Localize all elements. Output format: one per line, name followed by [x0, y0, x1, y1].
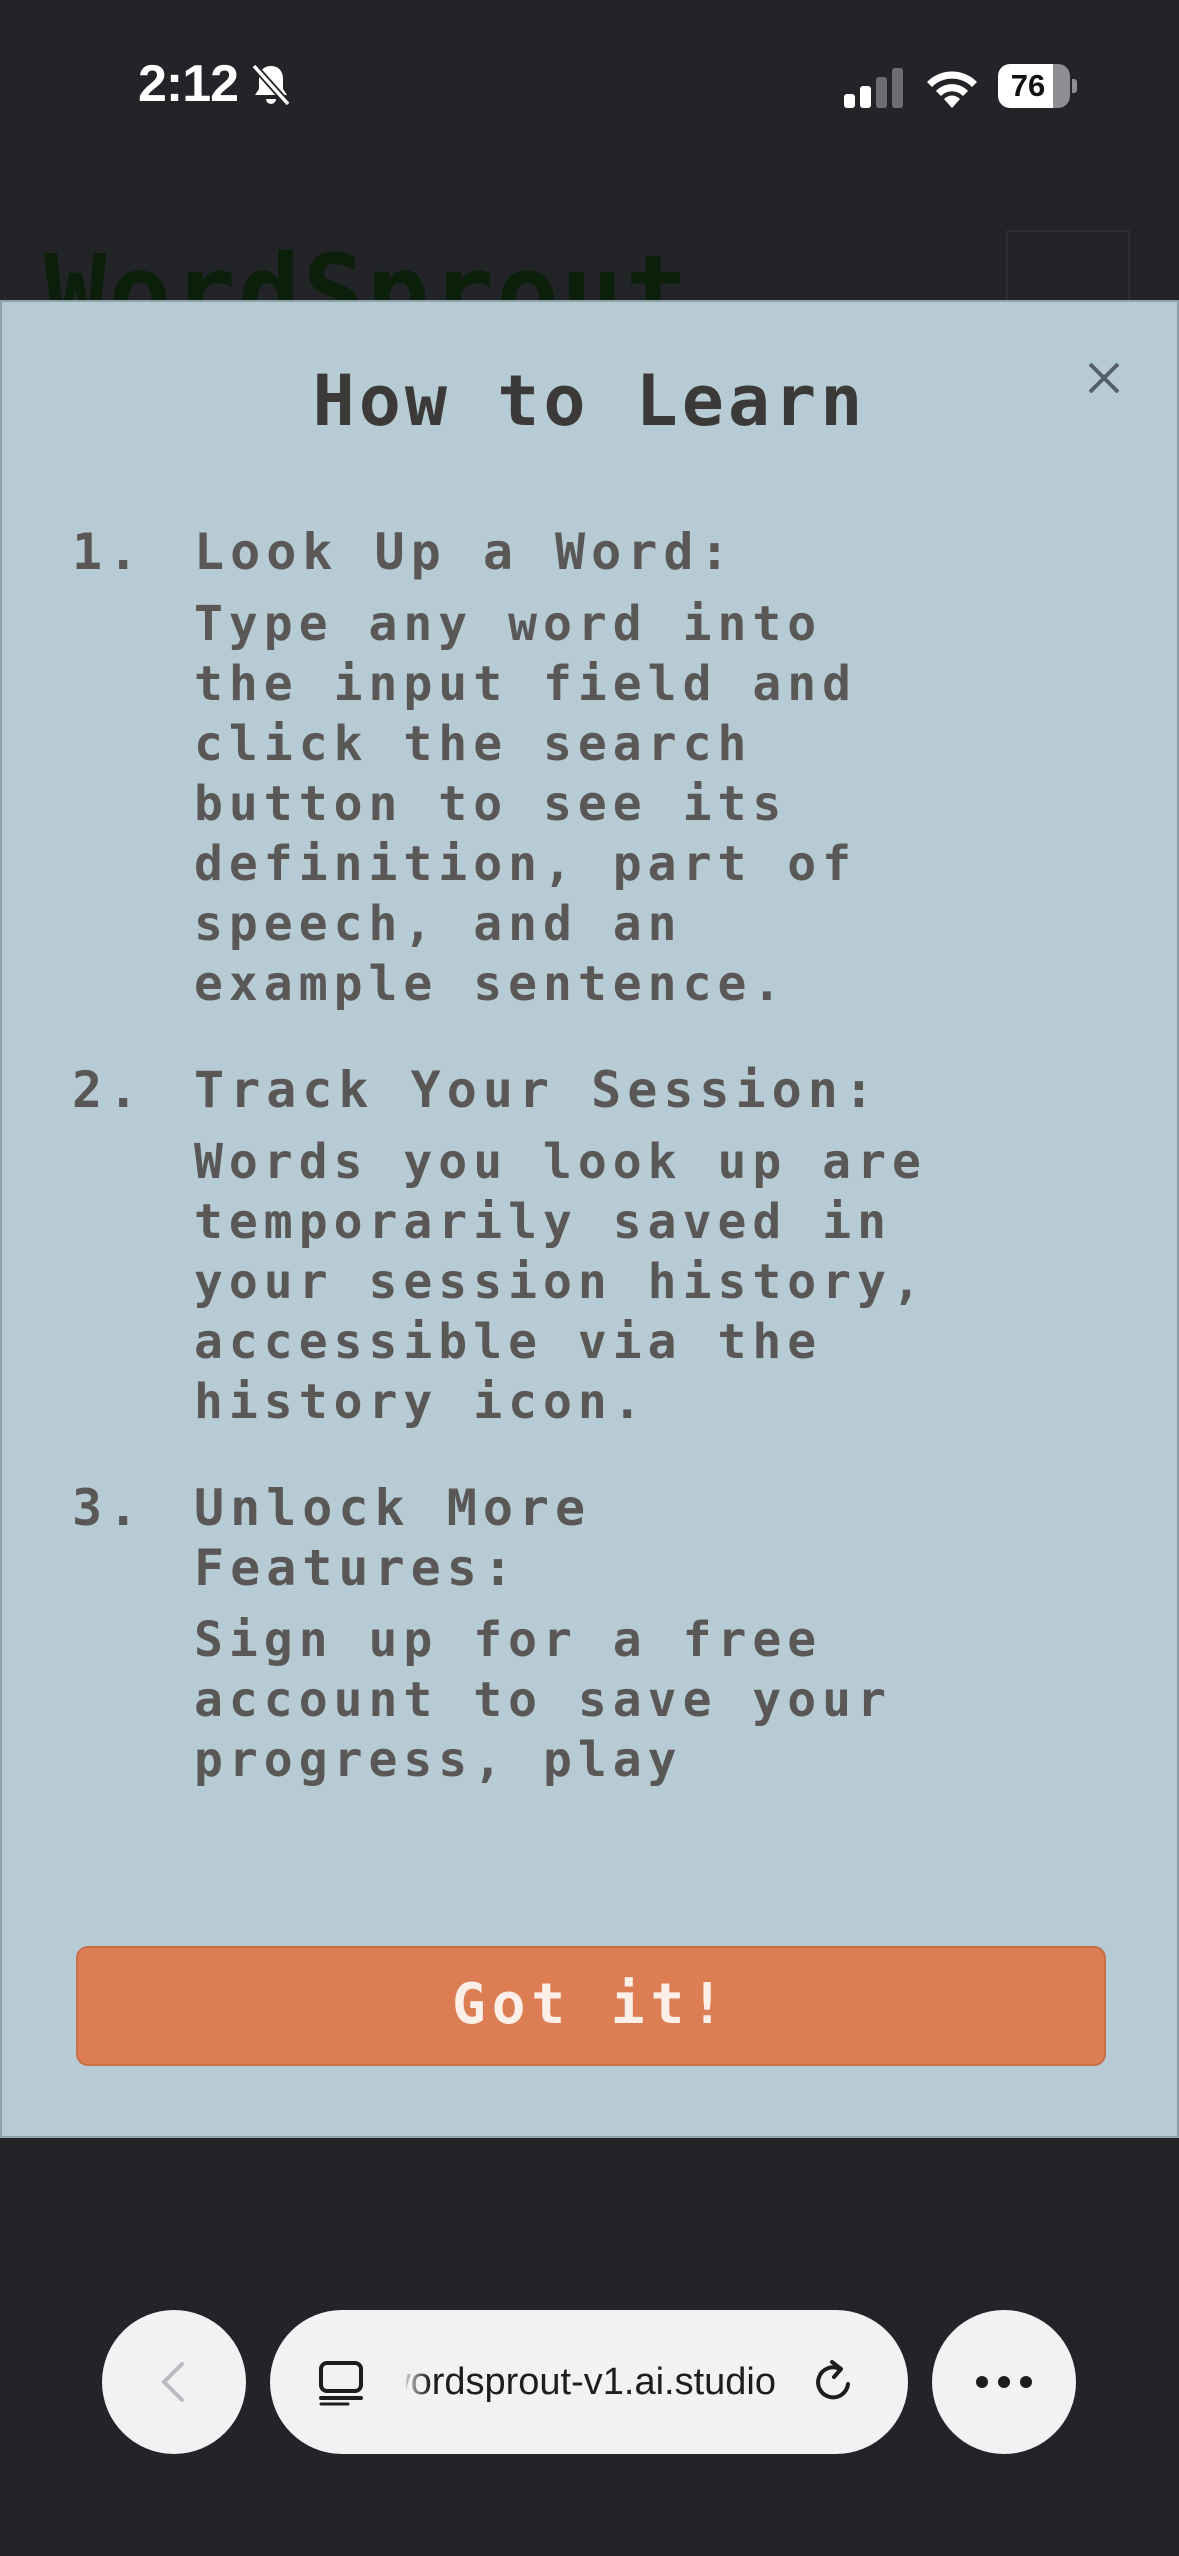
how-to-learn-modal: How to Learn 1. Look Up a Word: Type any… — [0, 300, 1179, 2138]
step-description: Words you look up are temporarily saved … — [194, 1134, 927, 1430]
step-heading: Look Up a Word: — [194, 523, 736, 581]
step-item: 2. Track Your Session: Words you look up… — [72, 1060, 1132, 1432]
status-bar: 2:12 76 — [0, 0, 1179, 180]
menu-button[interactable] — [1006, 230, 1130, 310]
modal-title: How to Learn — [312, 360, 867, 442]
got-it-button[interactable]: Got it! — [76, 1946, 1106, 2066]
signal-icon — [844, 68, 903, 108]
step-heading: Track Your Session: — [194, 1061, 880, 1119]
battery-level: 76 — [1010, 68, 1046, 103]
step-number: 1. — [72, 523, 145, 581]
step-description: Sign up for a free account to save your … — [194, 1612, 892, 1788]
reload-icon[interactable] — [810, 2358, 858, 2406]
page-header: WordSprout — [0, 180, 1179, 310]
back-button[interactable] — [102, 2310, 246, 2454]
step-description: Type any word into the input field and c… — [194, 596, 858, 1012]
status-time: 2:12 — [138, 55, 239, 113]
url-text[interactable]: wordsprout-v1.ai.studio — [406, 2310, 776, 2454]
tabs-icon — [319, 2361, 363, 2406]
step-number: 3. — [72, 1479, 145, 1537]
step-item: 3. Unlock More Features: Sign up for a f… — [72, 1478, 1132, 1790]
address-bar[interactable]: wordsprout-v1.ai.studio — [270, 2310, 908, 2454]
chevron-left-icon — [162, 2362, 184, 2402]
step-heading: Unlock More Features: — [194, 1479, 592, 1597]
more-button[interactable] — [932, 2310, 1076, 2454]
step-number: 2. — [72, 1061, 145, 1119]
steps-list: 1. Look Up a Word: Type any word into th… — [72, 522, 1132, 1852]
wifi-icon — [927, 71, 977, 108]
app-title: WordSprout — [44, 232, 691, 310]
bell-off-icon — [251, 63, 291, 107]
battery-indicator: 76 — [998, 64, 1078, 108]
more-icon — [976, 2376, 1032, 2388]
step-item: 1. Look Up a Word: Type any word into th… — [72, 522, 1132, 1014]
